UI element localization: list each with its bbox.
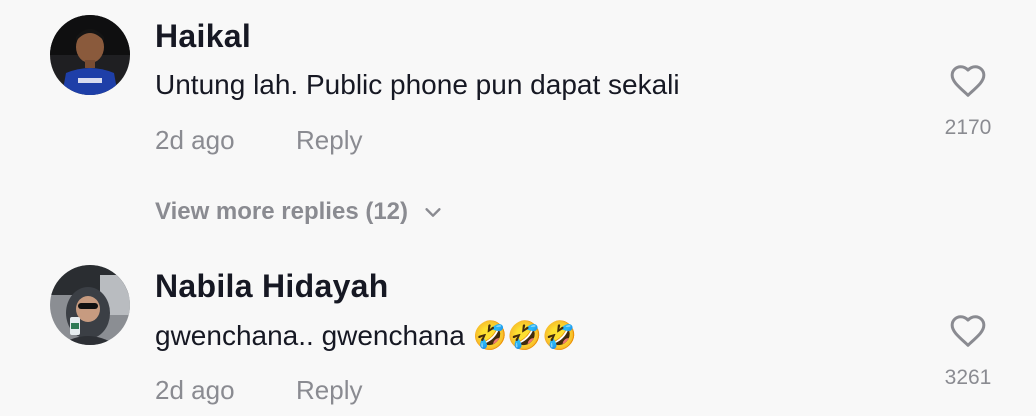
- avatar[interactable]: [50, 265, 130, 345]
- like-button[interactable]: 3261: [936, 312, 1000, 390]
- view-more-replies-label: View more replies (12): [155, 198, 409, 225]
- like-button[interactable]: 2170: [936, 62, 1000, 140]
- comment-timestamp: 2d ago: [155, 125, 235, 155]
- comment-username[interactable]: Nabila Hidayah: [155, 268, 389, 305]
- like-count: 2170: [944, 116, 992, 139]
- heart-icon[interactable]: [949, 62, 987, 100]
- comment-text: gwenchana.. gwenchana 🤣🤣🤣: [155, 320, 578, 351]
- heart-icon[interactable]: [949, 312, 987, 350]
- comment-meta: 2d ago Reply: [155, 375, 362, 406]
- comment-username[interactable]: Haikal: [155, 18, 251, 55]
- comment-meta: 2d ago Reply: [155, 125, 362, 156]
- comment-timestamp: 2d ago: [155, 375, 235, 405]
- view-more-replies-button[interactable]: View more replies (12): [155, 198, 444, 226]
- comment-text: Untung lah. Public phone pun dapat sekal…: [155, 69, 680, 100]
- chevron-down-icon: [425, 208, 441, 217]
- like-count: 3261: [944, 366, 992, 389]
- reply-button[interactable]: Reply: [296, 375, 362, 406]
- reply-button[interactable]: Reply: [296, 125, 362, 156]
- avatar[interactable]: [50, 15, 130, 95]
- user-avatar-photo-icon: [50, 15, 130, 95]
- user-avatar-photo-icon: [50, 265, 130, 345]
